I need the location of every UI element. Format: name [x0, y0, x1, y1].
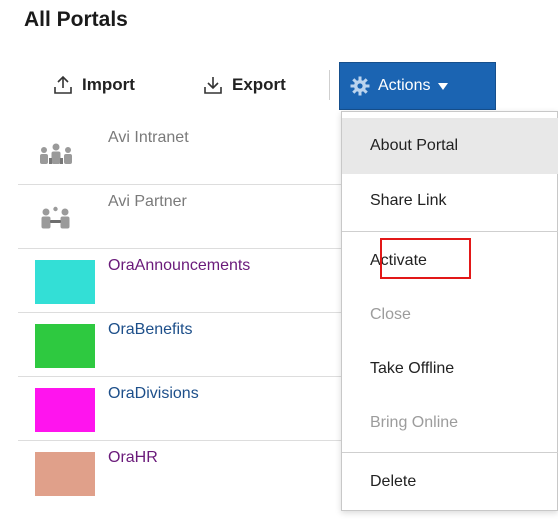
portal-row[interactable]: Avi Intranet [18, 121, 348, 185]
people-group-icon [40, 143, 72, 164]
export-icon [204, 77, 222, 94]
menu-item-delete[interactable]: Delete [342, 454, 558, 510]
people-partner-icon [41, 206, 70, 229]
portal-row[interactable]: OraAnnouncements [18, 249, 348, 313]
portal-row[interactable]: OraHR [18, 441, 348, 504]
menu-item-activate[interactable]: Activate [342, 233, 558, 289]
portal-name[interactable]: OraHR [108, 449, 158, 467]
portal-name[interactable]: Avi Partner [108, 193, 187, 211]
portal-list: Avi Intranet Avi Partner OraAnnouncement… [18, 121, 348, 504]
toolbar-divider [329, 70, 330, 100]
menu-item-close: Close [370, 306, 411, 323]
menu-item-about-portal[interactable]: About Portal [342, 118, 558, 174]
menu-divider [342, 452, 558, 453]
portal-thumbnail [35, 452, 95, 496]
portal-name[interactable]: OraDivisions [108, 385, 199, 403]
portal-row[interactable]: Avi Partner [18, 185, 348, 249]
export-label: Export [232, 75, 286, 94]
portal-row[interactable]: OraBenefits [18, 313, 348, 377]
portal-name[interactable]: OraAnnouncements [108, 257, 250, 275]
import-icon [54, 75, 72, 94]
menu-divider [342, 231, 558, 232]
portal-name[interactable]: Avi Intranet [108, 129, 189, 147]
page-title: All Portals [24, 8, 128, 31]
portal-name[interactable]: OraBenefits [108, 321, 192, 339]
import-button[interactable]: Import [52, 62, 135, 108]
caret-down-icon [438, 83, 449, 90]
portal-thumbnail [35, 260, 95, 304]
menu-item-bring-online: Bring Online [370, 414, 459, 431]
portal-thumbnail [35, 324, 95, 368]
actions-button[interactable]: Actions [339, 62, 496, 110]
menu-item-share-link[interactable]: Share Link [342, 173, 558, 229]
portal-thumbnail [35, 388, 95, 432]
import-label: Import [82, 75, 135, 94]
actions-dropdown-menu: About Portal Share Link Activate Close T… [341, 111, 558, 511]
export-button[interactable]: Export [202, 62, 286, 108]
actions-label: Actions [378, 77, 431, 94]
toolbar: Import Export Actions [0, 62, 558, 110]
portal-row[interactable]: OraDivisions [18, 377, 348, 441]
menu-item-take-offline[interactable]: Take Offline [342, 341, 558, 397]
gear-icon [350, 76, 370, 96]
